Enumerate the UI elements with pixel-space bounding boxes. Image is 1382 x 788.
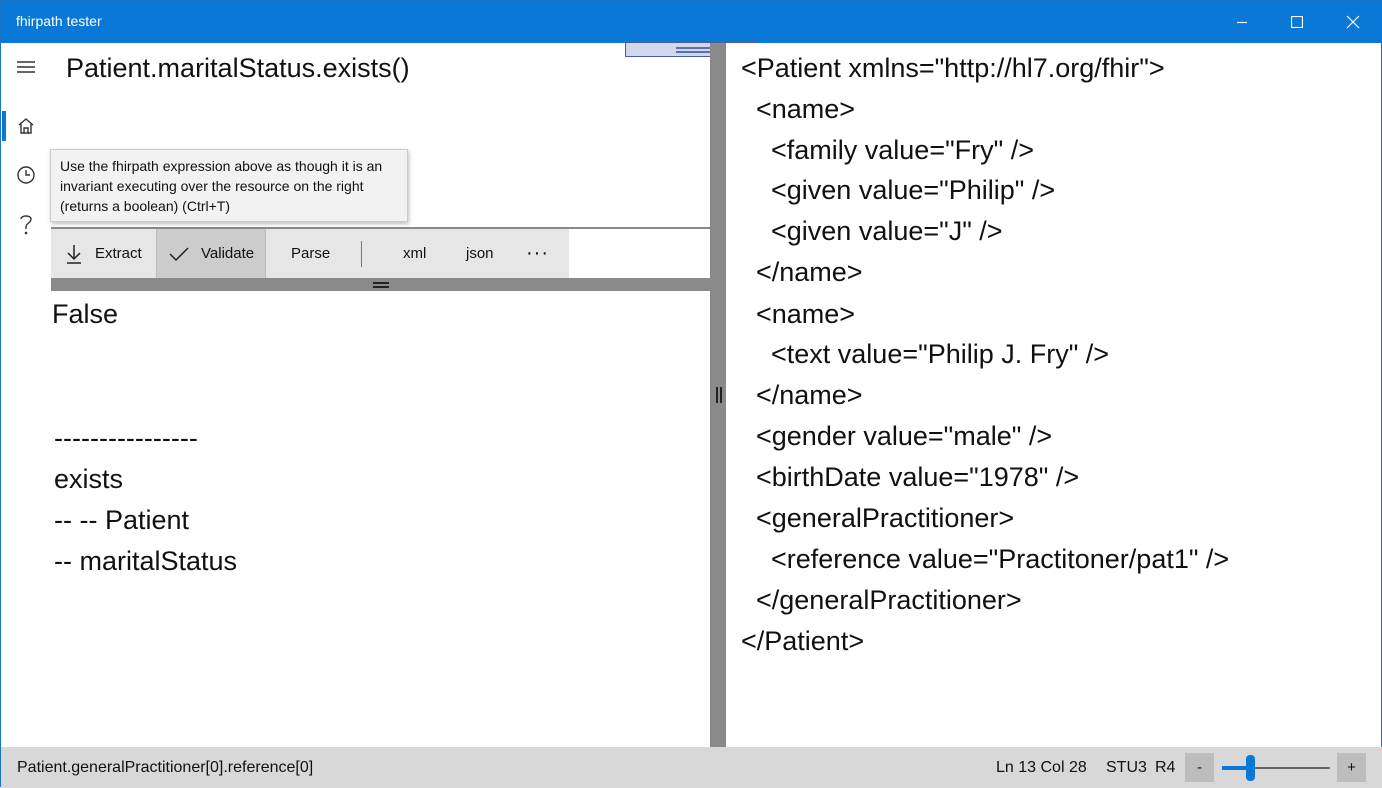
resource-line: <given value="Philip" /> [741,175,1056,205]
zoom-slider-thumb[interactable] [1245,755,1255,781]
validate-label: Validate [201,245,255,262]
tooltip-line: Use the fhirpath expression above as tho… [60,158,383,174]
help-icon [20,215,32,235]
resource-line: <name> [741,299,856,329]
resource-line: <name> [741,94,856,124]
extract-label: Extract [95,245,142,262]
toolbar-spacer [569,229,710,278]
menu-icon [17,61,35,73]
window-title: fhirpath tester [16,13,102,29]
result-line: False [52,299,119,329]
xml-button[interactable]: xml [403,229,426,278]
vertical-splitter[interactable] [710,43,726,747]
close-icon [1346,15,1360,29]
tooltip-line: (returns a boolean) (Ctrl+T) [60,198,231,214]
history-icon [17,166,35,184]
menu-button[interactable] [1,47,51,87]
cursor-position: Ln 13 Col 28 [996,759,1087,776]
resource-line: <generalPractitioner> [741,503,1015,533]
grip-line [373,282,389,284]
extract-button[interactable]: Extract [65,229,142,278]
grip-line [676,47,710,49]
resource-line: <family value="Fry" /> [741,135,1035,165]
version-r4[interactable]: R4 [1155,759,1175,777]
expression-text[interactable]: Patient.maritalStatus.exists() [66,53,410,84]
result-line: -- maritalStatus [54,546,238,576]
status-path: Patient.generalPractitioner[0].reference… [17,759,314,776]
tooltip-line: invariant executing over the resource on… [60,178,364,194]
maximize-button[interactable] [1269,1,1325,43]
command-bar: Extract Validate Parse xml json ··· [51,229,569,278]
resource-editor[interactable]: <Patient xmlns="http://hl7.org/fhir"> <n… [726,43,1381,747]
grip-line [676,51,710,53]
validate-tooltip: Use the fhirpath expression above as tho… [50,149,408,222]
json-label: json [466,245,494,262]
resource-line: </name> [741,257,863,287]
more-button[interactable]: ··· [526,229,549,278]
zoom-out-button[interactable]: - [1185,753,1214,782]
resource-line: <birthDate value="1978" /> [741,462,1080,492]
maximize-icon [1291,16,1303,28]
resource-line: </name> [741,380,863,410]
resource-line: <Patient xmlns="http://hl7.org/fhir"> [741,53,1165,83]
more-icon: ··· [526,242,549,264]
grip-line [720,387,722,403]
resource-line: <given value="J" /> [741,216,1003,246]
toolbar-separator [361,241,362,267]
minimize-button[interactable] [1214,1,1270,43]
title-bar: fhirpath tester [1,1,1382,43]
version-stu3[interactable]: STU3 [1106,759,1147,777]
app-window: fhirpath tester Patient.maritalStatus.ex… [0,0,1382,788]
nav-rail [1,43,51,747]
nav-history[interactable] [1,155,51,195]
parse-button[interactable]: Parse [291,229,330,278]
grip-line [716,387,718,403]
resource-line: <text value="Philip J. Fry" /> [741,339,1110,369]
download-icon [67,244,81,264]
resource-line: <reference value="Practitoner/pat1" /> [741,544,1230,574]
nav-home[interactable] [1,106,51,146]
result-line: exists [54,464,124,494]
xml-label: xml [403,245,427,262]
nav-help[interactable] [1,204,51,244]
parse-label: Parse [291,245,331,262]
close-button[interactable] [1325,1,1381,43]
result-line: -- -- Patient [54,505,190,535]
resource-line: </generalPractitioner> [741,585,1022,615]
checkmark-icon [169,246,189,261]
validate-button[interactable]: Validate [156,229,266,278]
resource-line: <gender value="male" /> [741,421,1053,451]
home-icon [18,118,34,134]
result-line: ---------------- [54,423,198,453]
resource-line: </Patient> [741,626,865,656]
result-output[interactable]: False ---------------- exists -- -- Pati… [51,291,710,747]
horizontal-splitter[interactable] [51,278,710,291]
json-button[interactable]: json [466,229,494,278]
minimize-icon [1237,21,1247,24]
grip-line [373,286,389,288]
status-bar: Patient.generalPractitioner[0].reference… [1,747,1382,788]
zoom-in-button[interactable]: + [1337,753,1366,782]
